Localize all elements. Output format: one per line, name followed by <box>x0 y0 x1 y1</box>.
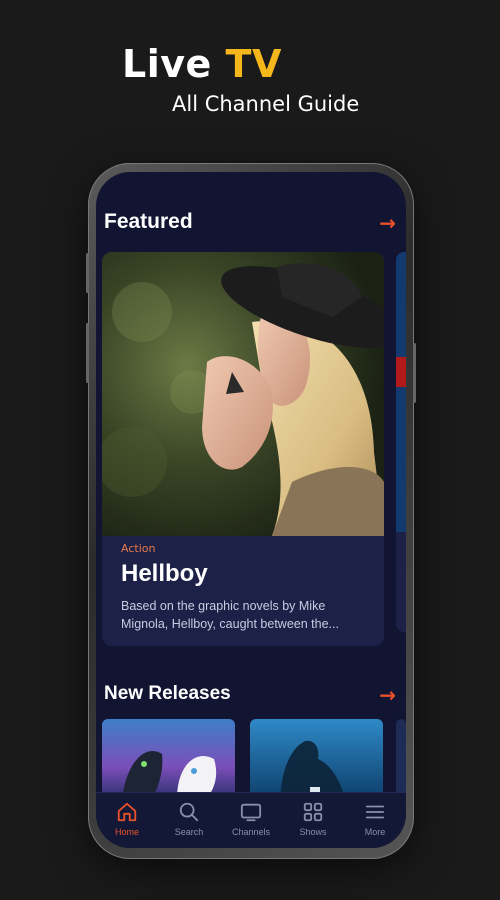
release-card[interactable] <box>102 719 235 799</box>
search-icon <box>179 802 199 822</box>
menu-icon <box>365 805 385 819</box>
next-featured-card-peek[interactable] <box>396 252 406 632</box>
new-releases-see-all-arrow[interactable]: → <box>379 685 396 705</box>
tv-icon <box>240 803 262 822</box>
featured-poster-image <box>102 252 384 536</box>
nav-search-label: Search <box>174 827 204 837</box>
nav-more-label: More <box>364 827 386 837</box>
promo-subtitle: All Channel Guide <box>172 92 360 116</box>
nav-shows[interactable]: Shows <box>282 801 344 837</box>
release-poster-image <box>102 719 235 799</box>
app-screen: Featured → Action Hellboy Based on the g… <box>96 172 406 848</box>
grid-icon <box>303 802 323 822</box>
nav-shows-label: Shows <box>299 827 327 837</box>
release-card[interactable] <box>250 719 383 799</box>
nav-search[interactable]: Search <box>158 801 220 837</box>
nav-home-label: Home <box>114 827 139 837</box>
promo-title: Live TV <box>122 42 282 86</box>
nav-more[interactable]: More <box>344 801 406 837</box>
new-releases-section-title: New Releases <box>104 683 231 704</box>
promo-title-accent: TV <box>225 42 282 86</box>
nav-channels-label: Channels <box>231 827 271 837</box>
phone-power-button <box>413 343 416 403</box>
nav-channels[interactable]: Channels <box>220 801 282 837</box>
phone-volume-button <box>86 323 89 383</box>
release-poster-image <box>250 719 383 799</box>
release-card-peek[interactable] <box>396 719 406 799</box>
featured-description: Based on the graphic novels by Mike Mign… <box>121 599 339 631</box>
bottom-navigation: Home Search Channels Shows More <box>96 792 406 848</box>
featured-title: Hellboy <box>121 560 208 587</box>
featured-genre: Action <box>121 542 156 555</box>
featured-card[interactable]: Action Hellboy Based on the graphic nove… <box>102 252 384 646</box>
phone-side-button <box>86 253 89 293</box>
featured-see-all-arrow[interactable]: → <box>379 213 396 233</box>
promo-title-main: Live <box>122 42 212 86</box>
nav-home[interactable]: Home <box>96 801 158 837</box>
featured-section-title: Featured <box>104 210 193 233</box>
home-icon <box>117 802 137 822</box>
